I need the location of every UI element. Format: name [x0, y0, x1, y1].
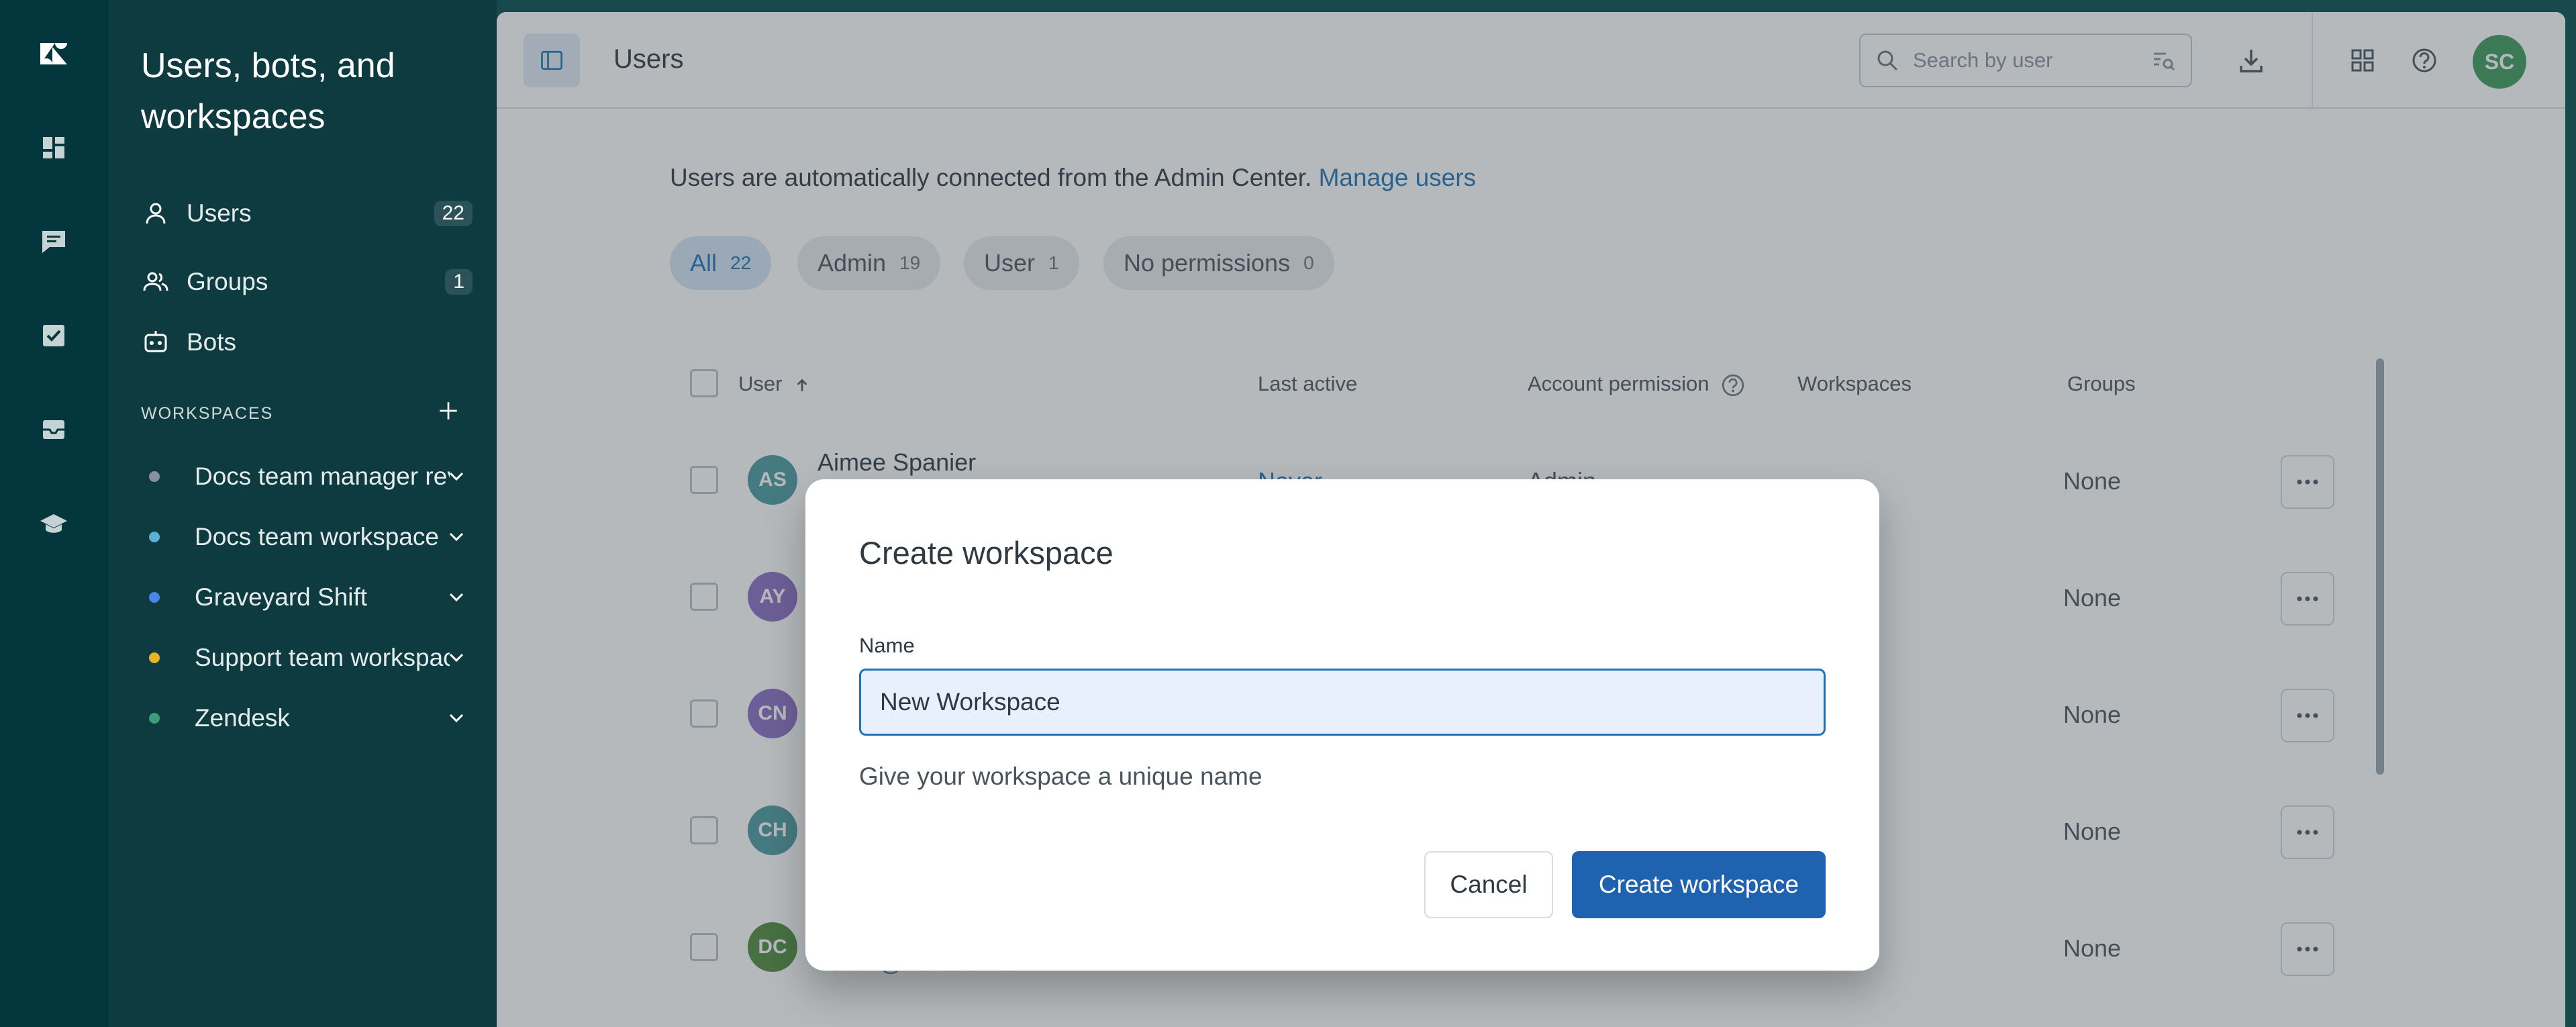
sidebar-item-groups[interactable]: Groups 1 [141, 256, 483, 307]
chevron-down-icon[interactable] [444, 706, 468, 730]
workspace-label: Zendesk [195, 704, 290, 732]
chevron-down-icon[interactable] [444, 464, 468, 489]
workspace-label: Graveyard Shift [195, 583, 368, 611]
add-workspace-button[interactable] [434, 396, 463, 426]
chevron-down-icon[interactable] [444, 585, 468, 609]
dashboard-icon[interactable] [31, 125, 77, 170]
create-workspace-button[interactable]: Create workspace [1572, 851, 1826, 918]
modal-title: Create workspace [859, 535, 1113, 571]
learning-icon[interactable] [31, 501, 77, 546]
users-count-badge: 22 [434, 201, 473, 226]
sidebar-item-label: Groups [187, 268, 268, 295]
workspace-color-dot [149, 652, 160, 663]
workspace-label: Docs team manager review [195, 462, 450, 490]
name-field-hint: Give your workspace a unique name [859, 763, 1262, 790]
sidebar-item-label: Bots [187, 328, 237, 356]
plus-icon [440, 402, 457, 420]
chat-icon[interactable] [31, 219, 77, 264]
workspace-color-dot [149, 532, 160, 542]
workspace-item[interactable]: Support team workspace [141, 632, 490, 683]
workspace-color-dot [149, 592, 160, 603]
workspace-name-input[interactable] [859, 669, 1826, 736]
workspace-label: Docs team workspace [195, 523, 439, 550]
workspace-item[interactable]: Docs team manager review [141, 451, 490, 502]
sidebar: Users, bots, and workspaces Users 22 Gro… [109, 0, 497, 1027]
product-rail [0, 0, 109, 1027]
workspace-item[interactable]: Docs team workspace [141, 511, 490, 563]
chevron-down-icon[interactable] [444, 525, 468, 549]
workspace-item[interactable]: Graveyard Shift [141, 572, 490, 623]
create-workspace-modal: Create workspace Name Give your workspac… [805, 479, 1879, 971]
name-field-label: Name [859, 634, 915, 657]
zendesk-logo-icon[interactable] [31, 31, 77, 77]
inbox-icon[interactable] [31, 407, 77, 452]
groups-count-badge: 1 [445, 269, 473, 295]
sidebar-item-bots[interactable]: Bots [141, 317, 483, 368]
groups-icon [141, 267, 170, 297]
workspace-color-dot [149, 713, 160, 724]
cancel-button[interactable]: Cancel [1424, 851, 1553, 918]
workspaces-heading: WORKSPACES [141, 404, 274, 423]
sidebar-item-users[interactable]: Users 22 [141, 188, 483, 239]
bot-icon [141, 328, 170, 357]
chevron-down-icon[interactable] [444, 646, 468, 670]
workspace-color-dot [149, 471, 160, 482]
user-icon [141, 199, 170, 228]
tasks-icon[interactable] [31, 313, 77, 358]
workspace-label: Support team workspace [195, 644, 450, 671]
sidebar-item-label: Users [187, 199, 252, 227]
workspace-item[interactable]: Zendesk [141, 693, 490, 744]
sidebar-title: Users, bots, and workspaces [141, 46, 395, 136]
